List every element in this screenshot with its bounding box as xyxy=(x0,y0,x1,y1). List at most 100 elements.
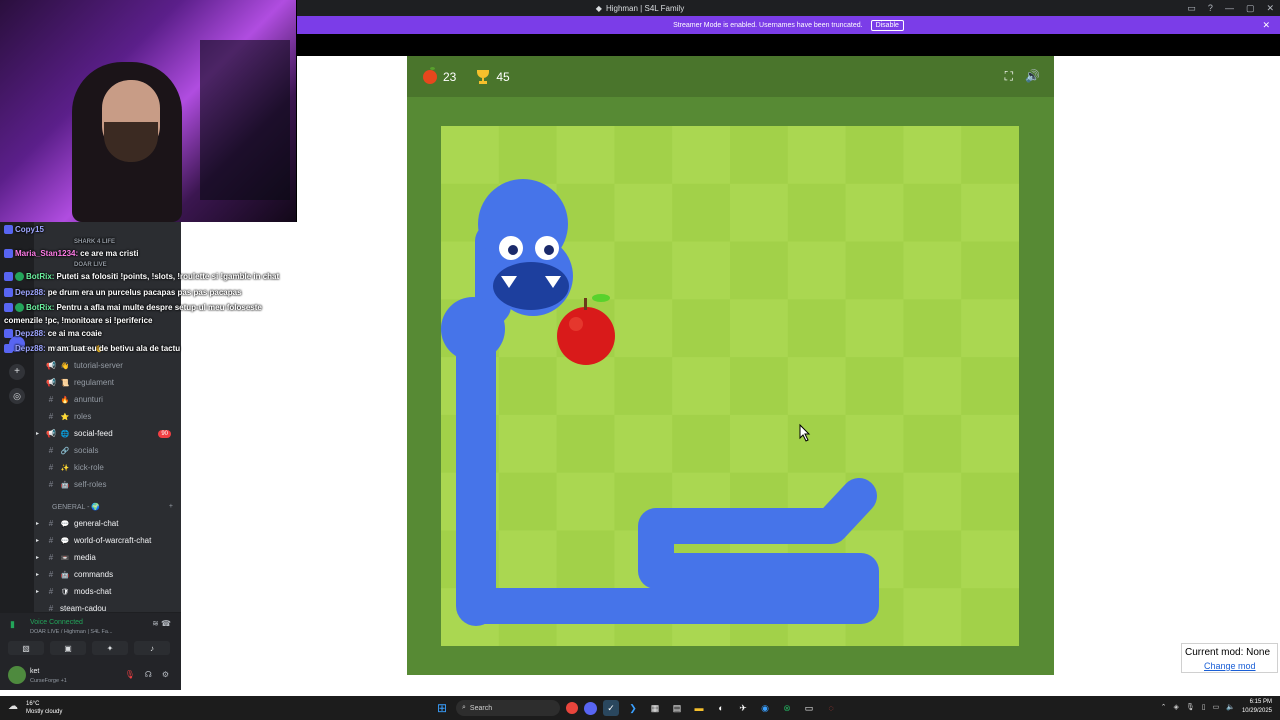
channel-regulament[interactable]: 📢 📜 regulament xyxy=(34,374,181,391)
apple-score: 23 xyxy=(443,69,457,84)
maximize-button[interactable]: ▢ xyxy=(1246,3,1255,14)
noise-suppression-icon[interactable]: ≋ xyxy=(152,619,159,628)
camera-button[interactable]: ▧ xyxy=(8,641,44,655)
webcam-overlay xyxy=(0,0,297,222)
banner-close-icon[interactable]: ✕ xyxy=(1262,20,1270,31)
close-button[interactable]: ✕ xyxy=(1266,3,1274,14)
fullscreen-icon[interactable]: ⛶ xyxy=(1005,69,1013,84)
app-icon[interactable]: ◌ xyxy=(823,700,839,716)
board-cell xyxy=(556,357,615,416)
channel-anunturi[interactable]: # 🔥 anunturi xyxy=(34,391,181,408)
terminal-icon[interactable]: ▤ xyxy=(669,700,685,716)
app-icon[interactable]: ◉ xyxy=(757,700,773,716)
activities-button[interactable]: ✦ xyxy=(92,641,128,655)
board-cell xyxy=(672,357,731,416)
add-server-icon[interactable]: + xyxy=(9,364,25,380)
badge-icon xyxy=(4,272,13,282)
board-cell xyxy=(903,530,962,589)
headphones-icon[interactable]: ☊ xyxy=(145,670,152,679)
app-icon[interactable]: ▭ xyxy=(801,700,817,716)
board-cell xyxy=(961,414,1019,474)
add-channel-icon[interactable]: + xyxy=(169,503,173,510)
discord-taskbar-icon[interactable] xyxy=(584,701,597,715)
channel-mods-chat[interactable]: ▸ # 🛡 mods-chat xyxy=(34,583,181,600)
channel-social-feed[interactable]: ▸ 📢 🌐 social-feed 90 xyxy=(34,425,181,442)
channel-tutorial-server[interactable]: 📢 👋 tutorial-server xyxy=(34,357,181,374)
board-cell xyxy=(961,588,1019,646)
change-mod-link[interactable]: Change mod xyxy=(1204,661,1256,671)
board-cell xyxy=(730,357,789,416)
chat-message: comenzile !pc, !monitoare si !periferice xyxy=(4,315,153,325)
help-icon[interactable]: ? xyxy=(1208,3,1213,13)
channel-self-roles[interactable]: # 🤖 self-roles xyxy=(34,476,181,493)
board-cell xyxy=(961,126,1019,185)
chat-message: Maria_Stan1234: ce are ma cristi xyxy=(4,246,304,262)
sound-icon[interactable]: 🔊 xyxy=(1025,69,1040,84)
channel-media[interactable]: ▸ # 📼 media xyxy=(34,549,181,566)
screen-share-button[interactable]: ▣ xyxy=(50,641,86,655)
taskbar-search[interactable]: ⌕ Search xyxy=(456,700,560,716)
hash-icon: # xyxy=(48,480,54,489)
tray-icon[interactable]: ◈ xyxy=(1173,703,1178,711)
channel-general-chat[interactable]: ▸ # 💬 general-chat xyxy=(34,515,181,532)
folder-icon[interactable]: ▬ xyxy=(691,700,707,716)
badge-icon xyxy=(4,303,13,313)
app-icon[interactable]: ✈ xyxy=(735,700,751,716)
channel-world-of-warcraft-chat[interactable]: ▸ # 💬 world-of-warcraft-chat xyxy=(34,532,181,549)
xbox-icon[interactable]: ⊗ xyxy=(779,700,795,716)
channel-kick-role[interactable]: # ✨ kick-role xyxy=(34,459,181,476)
channel-socials[interactable]: # 🔗 socials xyxy=(34,442,181,459)
steam-icon[interactable]: ✓ xyxy=(603,700,619,716)
hash-icon: # xyxy=(48,412,54,421)
soundboard-button[interactable]: ♪ xyxy=(134,641,170,655)
weather-widget[interactable]: 16°C Mostly cloudy xyxy=(0,696,181,720)
disconnect-icon[interactable]: ☎ xyxy=(161,619,171,628)
board-cell xyxy=(614,183,673,243)
hash-icon: # xyxy=(48,587,54,596)
board-cell xyxy=(903,183,962,243)
mention-badge: 90 xyxy=(158,429,171,438)
board-cell xyxy=(672,414,731,474)
network-icon[interactable]: ▭ xyxy=(1213,703,1220,711)
channel-commands[interactable]: ▸ # 🤖 commands xyxy=(34,566,181,583)
board-cell xyxy=(498,472,558,531)
windows-start-icon[interactable]: ⊞ xyxy=(434,700,450,716)
board-cell xyxy=(498,357,558,416)
signal-icon[interactable]: ▮ xyxy=(10,619,15,630)
avatar[interactable] xyxy=(8,666,26,684)
board-cell xyxy=(787,299,847,358)
board-cell xyxy=(845,357,904,416)
board-cell xyxy=(498,414,558,474)
mute-mic-icon[interactable]: 🎙 xyxy=(125,670,135,679)
username: ket xyxy=(30,668,40,675)
current-mod-value: None xyxy=(1246,647,1271,658)
explore-icon[interactable]: ◎ xyxy=(9,388,25,404)
system-tray: ⌃ ◈ 🎙 ▯ ▭ 🔈 6:15 PM 10/29/2025 xyxy=(1161,698,1272,716)
volume-icon[interactable]: 🔈 xyxy=(1226,703,1235,711)
app-icon[interactable]: ◐ xyxy=(713,700,729,716)
chrome-icon[interactable] xyxy=(566,702,578,714)
banner-text: Streamer Mode is enabled. Usernames have… xyxy=(673,21,863,29)
board-cell xyxy=(614,299,673,358)
game-header: 23 45 ⛶ 🔊 xyxy=(407,56,1054,97)
stream-chat-overlay: Copy15 SHARK 4 LIFE Maria_Stan1234: ce ar… xyxy=(4,222,304,357)
board-cell xyxy=(614,126,673,185)
battery-icon[interactable]: ▯ xyxy=(1202,703,1206,711)
app-icon[interactable]: ▦ xyxy=(647,700,663,716)
vscode-icon[interactable]: ❯ xyxy=(625,700,641,716)
category-general[interactable]: GENERAL - 🌍 + xyxy=(34,498,181,515)
chat-message: SHARK 4 LIFE xyxy=(74,238,116,245)
clock[interactable]: 6:15 PM 10/29/2025 xyxy=(1242,698,1272,716)
inbox-icon[interactable]: ▭ xyxy=(1187,3,1196,14)
mic-icon[interactable]: 🎙 xyxy=(1186,703,1195,711)
board-cell xyxy=(961,357,1019,416)
game-board[interactable] xyxy=(441,126,1019,646)
disable-button[interactable]: Disable xyxy=(870,19,904,31)
gear-icon[interactable]: ⚙ xyxy=(162,670,169,679)
channel-roles[interactable]: # ⭐ roles xyxy=(34,408,181,425)
minimize-button[interactable]: — xyxy=(1225,3,1234,13)
unread-indicator: ▸ xyxy=(36,431,40,437)
chevron-up-icon[interactable]: ⌃ xyxy=(1161,703,1167,711)
board-cell xyxy=(556,414,615,474)
voice-channel[interactable]: DOAR LIVE / Highman | S4L Fa... xyxy=(30,629,113,635)
